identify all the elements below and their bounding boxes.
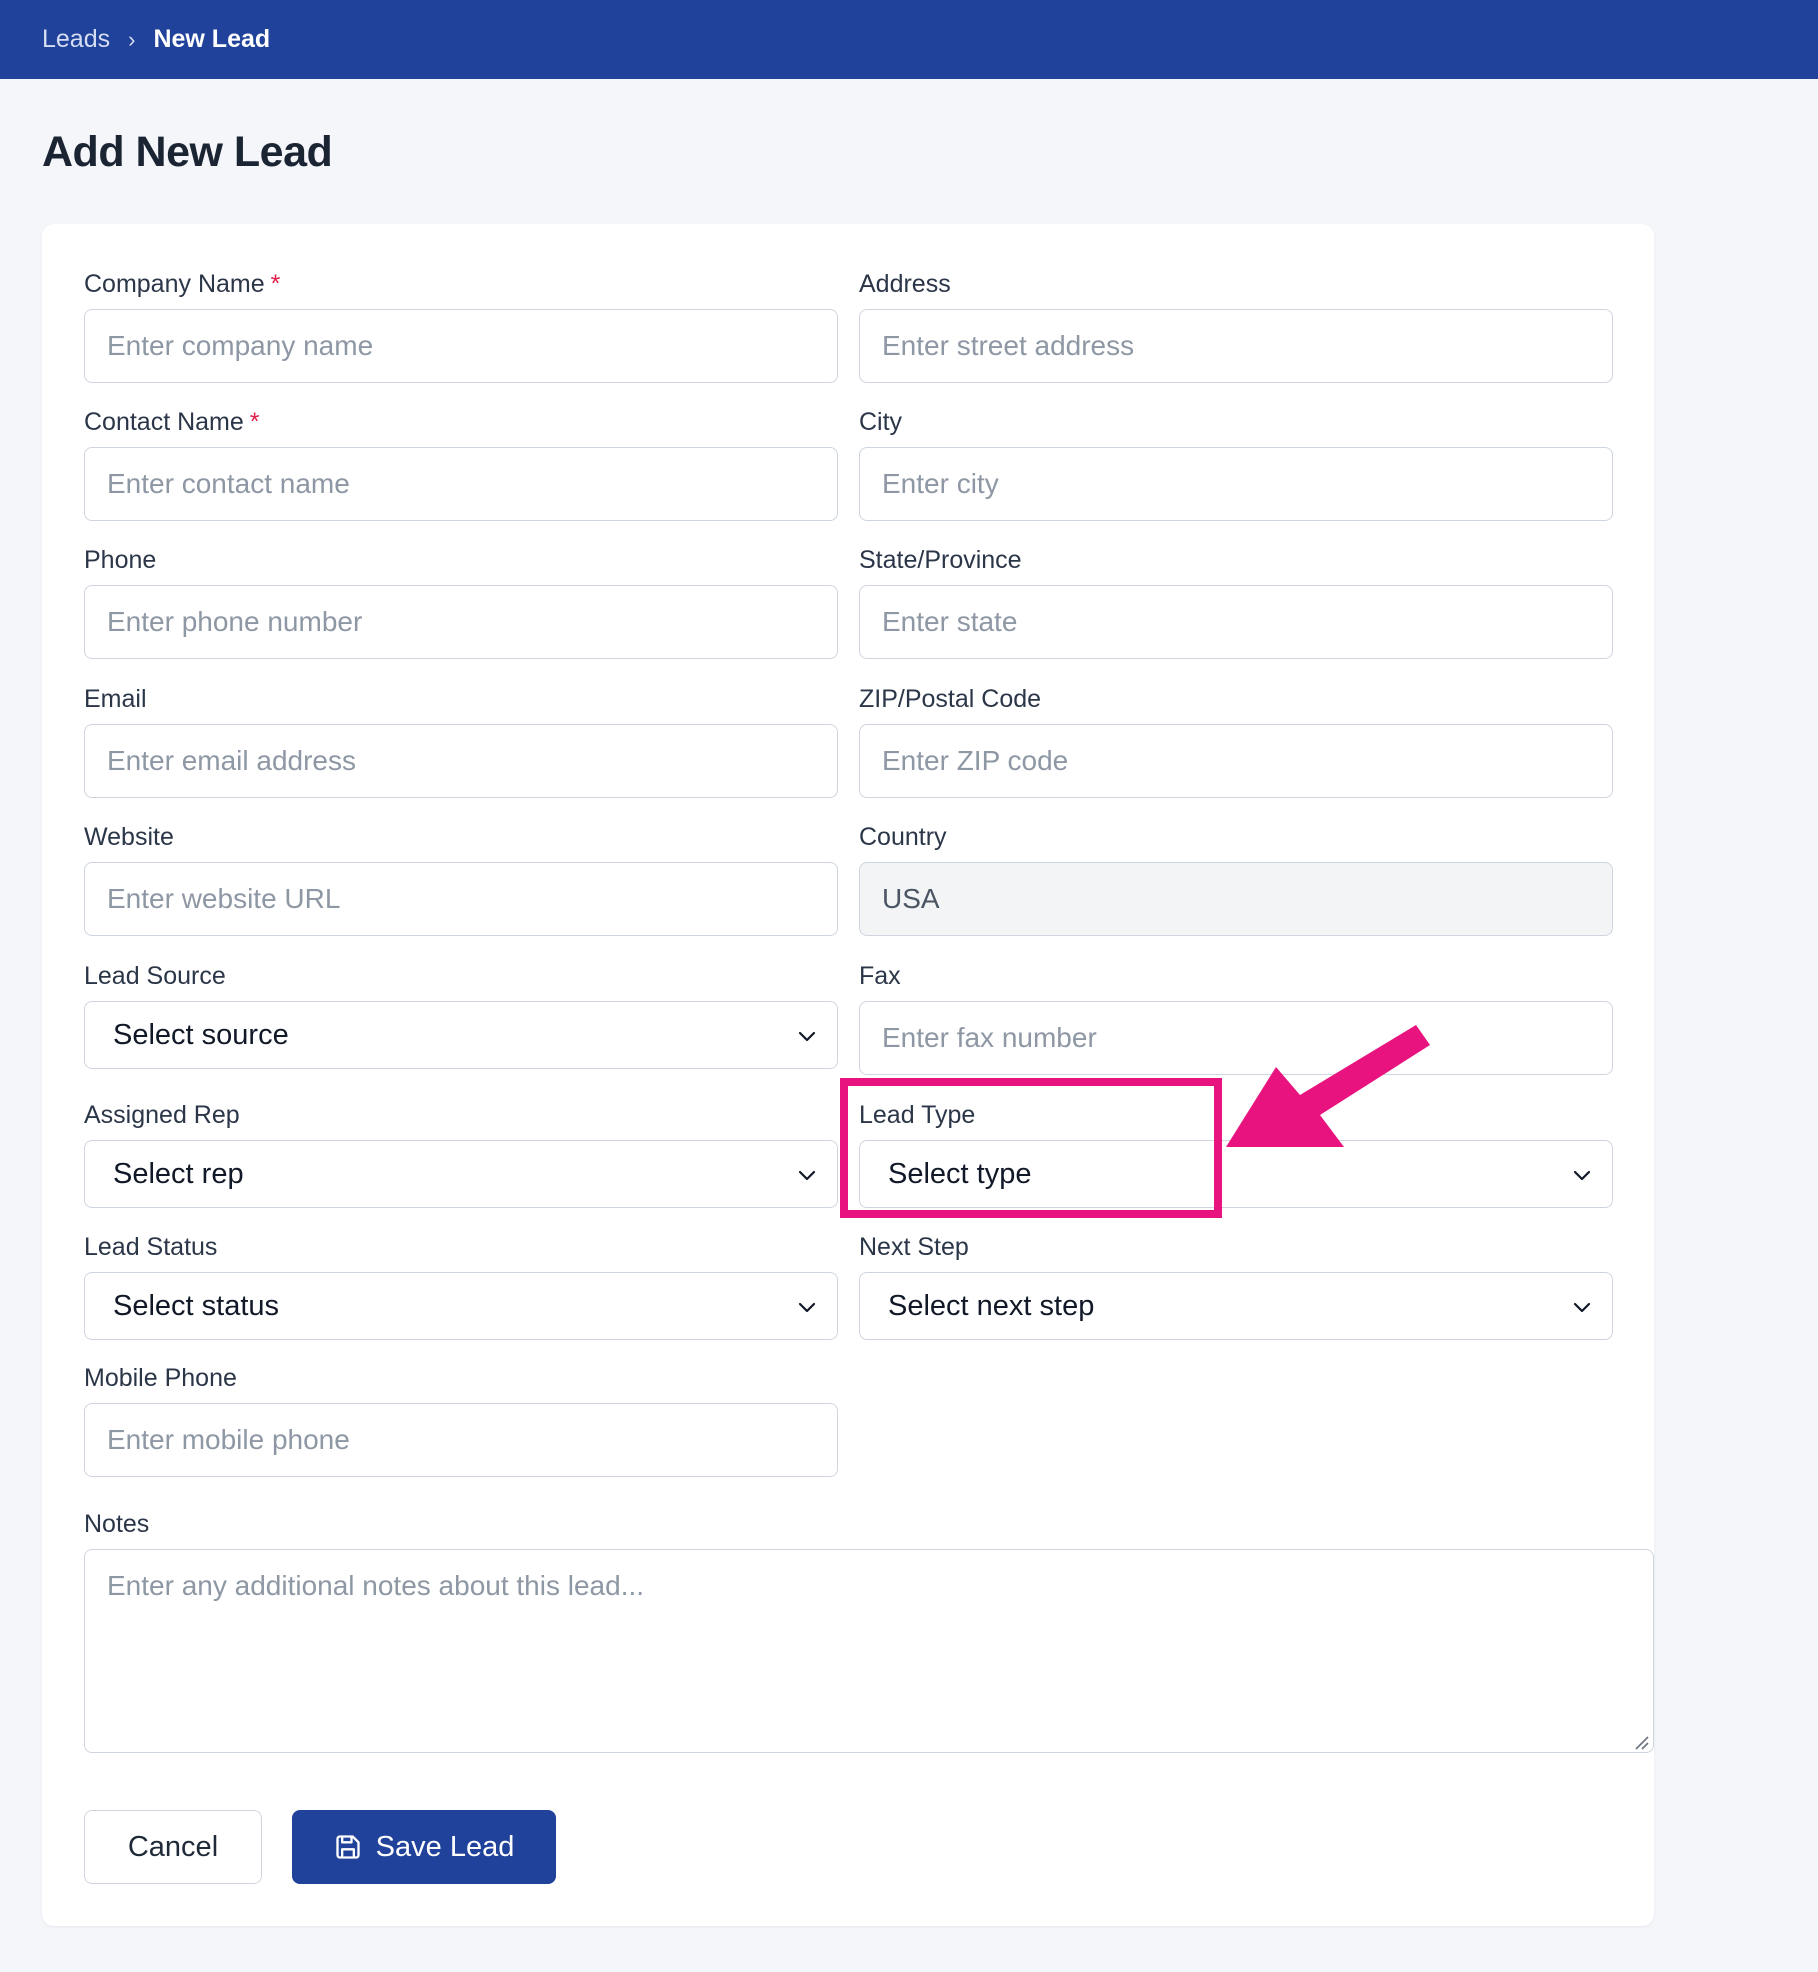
- contact-name-label: Contact Name *: [84, 408, 260, 436]
- company-name-label: Company Name *: [84, 270, 281, 298]
- breadcrumb-current: New Lead: [153, 25, 271, 53]
- address-label: Address: [859, 270, 951, 298]
- assigned-rep-value: Select rep: [113, 1157, 244, 1190]
- resize-grip-icon[interactable]: [1632, 1733, 1650, 1751]
- website-label: Website: [84, 823, 174, 851]
- lead-status-select[interactable]: Select status: [84, 1272, 838, 1340]
- next-step-label: Next Step: [859, 1233, 969, 1261]
- city-input[interactable]: [859, 447, 1613, 521]
- notes-textarea[interactable]: [84, 1549, 1654, 1753]
- company-name-field: Company Name *: [84, 269, 838, 383]
- save-lead-label: Save Lead: [375, 1830, 515, 1863]
- state-input[interactable]: [859, 585, 1613, 659]
- breadcrumb-separator: ›: [128, 26, 136, 52]
- fax-label: Fax: [859, 962, 901, 990]
- country-field: Country: [859, 822, 1613, 936]
- chevron-down-icon: [798, 1170, 816, 1181]
- floppy-disk-icon: [335, 1835, 360, 1859]
- website-field: Website: [84, 822, 838, 936]
- lead-source-select[interactable]: Select source: [84, 1001, 838, 1069]
- next-step-value: Select next step: [888, 1289, 1095, 1322]
- email-input[interactable]: [84, 724, 838, 798]
- arrow-icon: [1226, 1025, 1430, 1147]
- phone-input[interactable]: [84, 585, 838, 659]
- next-step-select[interactable]: Select next step: [859, 1272, 1613, 1340]
- company-name-input[interactable]: [84, 309, 838, 383]
- phone-label: Phone: [84, 546, 157, 574]
- lead-source-label: Lead Source: [84, 962, 226, 990]
- mobile-phone-label: Mobile Phone: [84, 1364, 237, 1392]
- notes-label: Notes: [84, 1510, 150, 1538]
- country-label: Country: [859, 823, 947, 851]
- required-marker: *: [270, 270, 281, 298]
- lead-status-field: Lead Status Select status: [84, 1232, 838, 1340]
- next-step-field: Next Step Select next step: [859, 1232, 1613, 1340]
- assigned-rep-field: Assigned Rep Select rep: [84, 1100, 838, 1208]
- zip-label: ZIP/Postal Code: [859, 685, 1042, 713]
- chevron-down-icon: [1573, 1302, 1591, 1313]
- chevron-down-icon: [798, 1302, 816, 1313]
- save-lead-button[interactable]: Save Lead: [292, 1810, 556, 1884]
- state-field: State/Province: [859, 545, 1613, 659]
- page-title: Add New Lead: [42, 128, 333, 176]
- state-label: State/Province: [859, 546, 1022, 574]
- breadcrumb-leads-link[interactable]: Leads: [42, 25, 110, 54]
- zip-input[interactable]: [859, 724, 1613, 798]
- address-input[interactable]: [859, 309, 1613, 383]
- required-marker: *: [249, 408, 260, 436]
- notes-field: Notes: [84, 1509, 1654, 1753]
- address-field: Address: [859, 269, 1613, 383]
- phone-field: Phone: [84, 545, 838, 659]
- annotation-highlight-box: [840, 1078, 1222, 1218]
- assigned-rep-label: Assigned Rep: [84, 1101, 240, 1129]
- contact-name-field: Contact Name *: [84, 407, 838, 521]
- city-label: City: [859, 408, 903, 436]
- city-field: City: [859, 407, 1613, 521]
- website-input[interactable]: [84, 862, 838, 936]
- lead-status-label: Lead Status: [84, 1233, 218, 1261]
- lead-status-value: Select status: [113, 1289, 280, 1322]
- mobile-phone-input[interactable]: [84, 1403, 838, 1477]
- breadcrumb-bar: Leads › New Lead: [0, 0, 1818, 79]
- assigned-rep-select[interactable]: Select rep: [84, 1140, 838, 1208]
- mobile-phone-field: Mobile Phone: [84, 1363, 838, 1477]
- lead-source-value: Select source: [113, 1018, 289, 1051]
- country-input: [859, 862, 1613, 936]
- chevron-down-icon: [798, 1031, 816, 1042]
- fax-field: Fax: [859, 961, 1613, 1075]
- contact-name-input[interactable]: [84, 447, 838, 521]
- lead-source-field: Lead Source Select source: [84, 961, 838, 1069]
- chevron-down-icon: [1573, 1170, 1591, 1181]
- zip-field: ZIP/Postal Code: [859, 684, 1613, 798]
- email-label: Email: [84, 685, 147, 713]
- cancel-button[interactable]: Cancel: [84, 1810, 262, 1884]
- email-field: Email: [84, 684, 838, 798]
